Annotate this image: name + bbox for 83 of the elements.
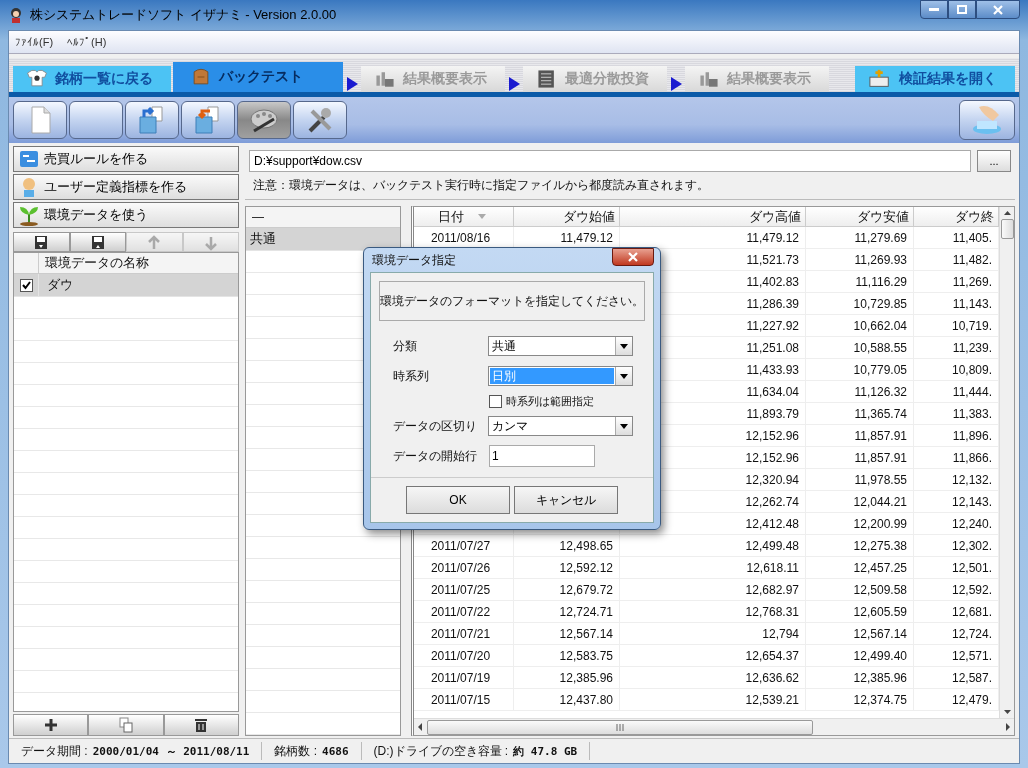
table-cell: 10,779.05 (806, 359, 914, 381)
table-cell: 12,605.59 (806, 601, 914, 623)
dialog-button[interactable]: キャンセル (514, 486, 618, 514)
table-cell: 12,583.75 (514, 645, 620, 667)
table-cell: 10,729.85 (806, 293, 914, 315)
field-label: データの区切り (393, 417, 478, 435)
table-cell: 2011/07/19 (414, 667, 514, 689)
column-header[interactable]: 日付 (414, 207, 514, 227)
table-cell: 2011/07/26 (414, 557, 514, 579)
table-cell: 11,279.69 (806, 227, 914, 249)
table-cell: 11,857.91 (806, 447, 914, 469)
table-cell: 2011/07/27 (414, 535, 514, 557)
table-cell: 2011/07/20 (414, 645, 514, 667)
field-label: データの開始行 (393, 447, 478, 465)
status-text: (D:)ドライブの空き容量 : 約 47.8 GB (361, 742, 591, 760)
table-cell: 11,116.29 (806, 271, 914, 293)
menu-item[interactable]: ﾌｧｲﾙ(F) (15, 36, 54, 48)
table-cell: 12,499.40 (806, 645, 914, 667)
status-text: 銘柄数 : 4686 (262, 742, 362, 760)
dialog-title: 環境データ指定 (372, 251, 456, 269)
table-cell: 12,682.97 (620, 579, 806, 601)
table-cell: 12,509.58 (806, 579, 914, 601)
tab[interactable]: バックテスト (173, 62, 343, 92)
list-cell-text: ダウ (46, 276, 73, 294)
table-cell: 2011/07/21 (414, 623, 514, 645)
table-cell: 12,654.37 (620, 645, 806, 667)
table-cell: 12,794 (620, 623, 806, 645)
table-cell: 2011/07/25 (414, 579, 514, 601)
sidebar-button[interactable]: 環境データを使う (13, 202, 239, 228)
table-cell: 12,044.21 (806, 491, 914, 513)
table-cell: 11,978.55 (806, 469, 914, 491)
table-cell: 11,126.32 (806, 381, 914, 403)
dialog-message: 環境データのフォーマットを指定してください。 (379, 281, 645, 321)
table-cell: 12,374.75 (806, 689, 914, 711)
table-cell: 2011/07/15 (414, 689, 514, 711)
table-cell: 12,768.31 (620, 601, 806, 623)
table-cell: 12,592.12 (514, 557, 620, 579)
column-header[interactable]: ダウ安値 (806, 207, 914, 227)
list-row[interactable]: ダウ (14, 274, 238, 297)
dropdown[interactable]: カンマ (488, 416, 633, 436)
table-cell: 12,437.80 (514, 689, 620, 711)
status-text: データ期間 : 2000/01/04 ～ 2011/08/11 (9, 742, 263, 760)
table-cell: 12,385.96 (806, 667, 914, 689)
table-cell: 11,365.74 (806, 403, 914, 425)
table-cell: 12,567.14 (514, 623, 620, 645)
input-field[interactable]: 1 (489, 445, 595, 467)
table-cell: 12,498.65 (514, 535, 620, 557)
field-label: 分類 (393, 337, 418, 355)
table-cell: 12,539.21 (620, 689, 806, 711)
column-header[interactable]: ダウ始値 (514, 207, 620, 227)
column-header: 環境データの名称 (44, 254, 150, 272)
column-header[interactable]: ダウ高値 (620, 207, 806, 227)
table-cell: 12,499.48 (620, 535, 806, 557)
field-label: 時系列 (393, 367, 430, 385)
tab[interactable]: 銘柄一覧に戻る (13, 66, 171, 92)
dialog-button[interactable]: OK (406, 486, 510, 514)
column-header[interactable]: ダウ終 (914, 207, 999, 227)
table-cell: 12,618.11 (620, 557, 806, 579)
table-cell: 12,724.71 (514, 601, 620, 623)
table-cell: 12,275.38 (806, 535, 914, 557)
browse-button[interactable]: ... (977, 150, 1011, 172)
note-text: 注意：環境データは、バックテスト実行時に指定ファイルから都度読み直されます。 (252, 177, 710, 194)
table-cell: 12,636.62 (620, 667, 806, 689)
sidebar-button[interactable]: ユーザー定義指標を作る (13, 174, 239, 200)
menu-item[interactable]: ﾍﾙﾌﾟ(H) (67, 36, 107, 48)
window-title: 株システムトレードソフト イザナミ - Version 2.0.00 (30, 6, 337, 24)
table-cell: 12,679.72 (514, 579, 620, 601)
dropdown[interactable]: 共通 (488, 336, 633, 356)
table-cell: 12,457.25 (806, 557, 914, 579)
column-header: — (246, 207, 400, 228)
sidebar-button[interactable]: 売買ルールを作る (13, 146, 239, 172)
table-cell: 2011/07/22 (414, 601, 514, 623)
table-cell: 12,385.96 (514, 667, 620, 689)
list-item[interactable]: 共通 (246, 228, 400, 251)
table-cell: 11,269.93 (806, 249, 914, 271)
table-cell: 11,857.91 (806, 425, 914, 447)
open-results-button[interactable]: 検証結果を開く (855, 66, 1015, 92)
path-field[interactable]: D:¥support¥dow.csv (249, 150, 971, 172)
table-cell: 10,588.55 (806, 337, 914, 359)
table-cell: 12,567.14 (806, 623, 914, 645)
checkbox-label: 時系列は範囲指定 (506, 393, 594, 409)
table-cell: 12,200.99 (806, 513, 914, 535)
table-cell: 10,662.04 (806, 315, 914, 337)
